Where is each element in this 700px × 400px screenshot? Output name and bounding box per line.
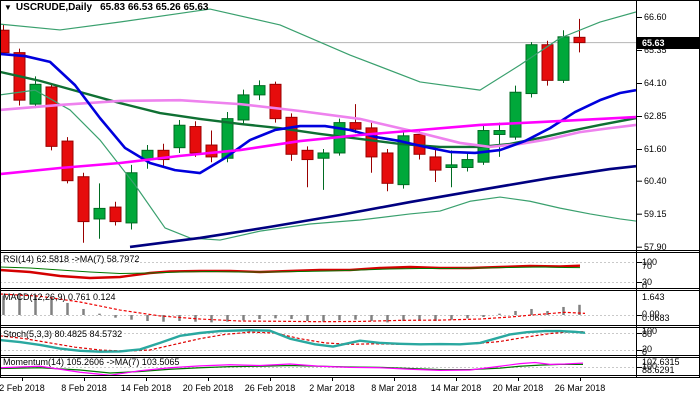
date-label: 14 Feb 2018 <box>120 383 172 393</box>
panel-scale-label-rsi: 70 <box>642 261 653 271</box>
panel-scale-label-rsi: 0 <box>642 281 648 291</box>
panel-scale-label-stochastic: 80 <box>642 329 653 339</box>
panel-scale-label-momentum: 88.6291 <box>642 365 675 375</box>
panel-scale-label-macd: 1.643 <box>642 292 665 302</box>
date-label: 20 Mar 2018 <box>492 383 544 393</box>
date-label: 26 Mar 2018 <box>554 383 606 393</box>
date-label: 20 Feb 2018 <box>182 383 234 393</box>
symbol-dropdown-icon[interactable]: ▼ <box>4 3 12 12</box>
date-label: 2 Feb 2018 <box>0 383 45 393</box>
price-tick-label: 59.15 <box>644 209 667 219</box>
indicator-label-stochastic: Stoch(5,3,3) 80.4825 84.5732 <box>3 329 123 339</box>
indicator-label-macd: MACD(12,26,9) 0.761 0.124 <box>3 292 116 302</box>
chart-canvas[interactable] <box>0 0 700 400</box>
date-label: 26 Feb 2018 <box>244 383 296 393</box>
trading-chart-window: ▼ USCRUDE,Daily 65.83 66.53 65.26 65.63 65… <box>0 0 700 400</box>
date-label: 2 Mar 2018 <box>309 383 355 393</box>
indicator-label-rsi: RSI(14) 62.5818 ->MA(7) 58.7972 <box>3 254 140 264</box>
price-tick-label: 62.85 <box>644 111 667 121</box>
symbol-name: USCRUDE,Daily <box>15 2 93 13</box>
price-tick-label: 64.10 <box>644 78 667 88</box>
chart-title: ▼ USCRUDE,Daily 65.83 66.53 65.26 65.63 <box>4 2 209 13</box>
date-label: 8 Mar 2018 <box>371 383 417 393</box>
price-tick-label: 66.60 <box>644 12 667 22</box>
indicator-label-momentum: Momentum(14) 105.2606 ->MA(7) 103.5065 <box>3 357 180 367</box>
panel-scale-label-macd: 0.0683 <box>642 313 670 323</box>
date-label: 8 Feb 2018 <box>61 383 107 393</box>
price-tick-label: 61.60 <box>644 144 667 154</box>
price-tick-label: 60.40 <box>644 176 667 186</box>
date-label: 14 Mar 2018 <box>430 383 482 393</box>
ohlc-values: 65.83 66.53 65.26 65.63 <box>100 2 209 13</box>
price-tick-label: 65.35 <box>644 45 667 55</box>
price-tick-label: 57.90 <box>644 242 667 252</box>
